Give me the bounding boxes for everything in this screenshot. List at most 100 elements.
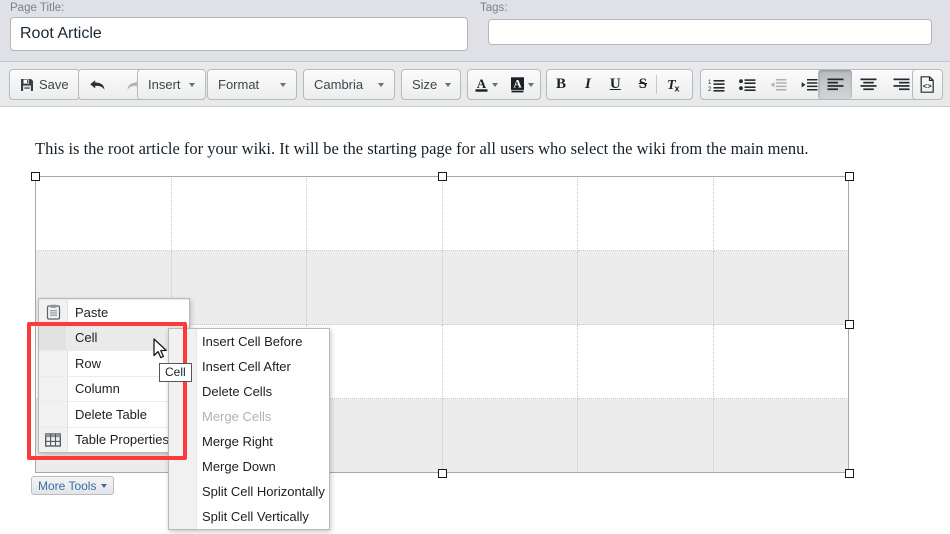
context-menu-item-table-properties[interactable]: Table Properties — [39, 426, 189, 453]
text-color-button[interactable]: A — [468, 70, 504, 99]
header-fields-bar: Page Title: Tags: — [0, 0, 950, 62]
source-code-button[interactable]: <> — [913, 70, 942, 99]
more-tools-button[interactable]: More Tools — [31, 476, 115, 495]
svg-text:x: x — [675, 83, 680, 93]
submenu-item-merge-down[interactable]: Merge Down — [169, 454, 329, 479]
table-cell[interactable] — [577, 398, 714, 473]
align-right-icon — [893, 78, 910, 91]
tags-label: Tags: — [480, 2, 508, 14]
page-title-label: Page Title: — [10, 2, 65, 14]
table-row[interactable] — [35, 176, 849, 251]
text-style-group: B I U S T x — [546, 69, 694, 100]
font-size-dropdown[interactable]: Size — [402, 70, 460, 99]
alignment-group — [818, 69, 919, 100]
resize-handle-middle-right[interactable] — [845, 320, 854, 329]
table-cell[interactable] — [712, 176, 849, 251]
outdent-icon — [770, 78, 787, 92]
table-cell[interactable] — [441, 250, 578, 325]
page-title-input[interactable] — [10, 17, 468, 51]
context-menu-item-label: Cell — [75, 330, 98, 346]
table-cell[interactable] — [170, 176, 307, 251]
svg-text:1: 1 — [708, 80, 712, 86]
context-menu-item-paste[interactable]: Paste — [39, 299, 189, 325]
bullet-list-button[interactable] — [732, 70, 763, 99]
table-cell[interactable] — [306, 250, 443, 325]
cell-submenu[interactable]: Insert Cell Before Insert Cell After Del… — [168, 328, 330, 530]
submenu-item-insert-cell-after[interactable]: Insert Cell After — [169, 354, 329, 379]
insert-menu-group: Insert — [137, 69, 206, 100]
text-color-icon: A — [474, 76, 489, 93]
clear-formatting-button[interactable]: T x — [657, 70, 692, 99]
resize-handle-top-center[interactable] — [438, 172, 447, 181]
clipboard-icon — [44, 303, 62, 321]
underline-button[interactable]: U — [601, 70, 630, 99]
save-button[interactable]: Save — [10, 70, 79, 99]
submenu-item-split-cell-vertically[interactable]: Split Cell Vertically — [169, 504, 329, 529]
table-cell[interactable] — [441, 398, 578, 473]
table-cell[interactable] — [35, 176, 172, 251]
resize-handle-bottom-right[interactable] — [845, 469, 854, 478]
outdent-button[interactable] — [763, 70, 794, 99]
insert-dropdown[interactable]: Insert — [138, 70, 205, 99]
table-grid-icon — [44, 431, 62, 449]
context-menu-item-label: Paste — [75, 304, 109, 320]
submenu-item-delete-cells[interactable]: Delete Cells — [169, 379, 329, 404]
resize-handle-bottom-center[interactable] — [438, 469, 447, 478]
undo-button[interactable] — [79, 70, 116, 99]
font-family-label: Cambria — [314, 77, 364, 92]
chevron-down-icon — [101, 483, 108, 488]
font-size-label: Size — [412, 77, 438, 92]
numbered-list-button[interactable]: 1 2 — [701, 70, 732, 99]
align-center-button[interactable] — [852, 70, 885, 99]
table-cell[interactable] — [712, 250, 849, 325]
table-cell[interactable] — [306, 176, 443, 251]
submenu-item-split-cell-horizontally[interactable]: Split Cell Horizontally — [169, 479, 329, 504]
format-menu-group: Format — [207, 69, 297, 100]
align-left-button[interactable] — [819, 70, 852, 99]
resize-handle-top-right[interactable] — [845, 172, 854, 181]
font-family-group: Cambria — [303, 69, 395, 100]
table-cell[interactable] — [577, 324, 714, 399]
clear-formatting-icon: T x — [666, 77, 683, 93]
font-size-group: Size — [401, 69, 461, 100]
undo-arrow-icon — [89, 78, 106, 92]
table-cell[interactable] — [441, 324, 578, 399]
submenu-item-insert-cell-before[interactable]: Insert Cell Before — [169, 329, 329, 354]
table-cell[interactable] — [712, 324, 849, 399]
format-label: Format — [218, 77, 260, 92]
context-menu-item-cell[interactable]: Cell — [39, 324, 189, 350]
insert-label: Insert — [148, 77, 181, 92]
font-family-dropdown[interactable]: Cambria — [304, 70, 394, 99]
table-cell[interactable] — [441, 176, 578, 251]
table-cell[interactable] — [577, 250, 714, 325]
chevron-down-icon — [378, 82, 384, 87]
context-menu-item-delete-table[interactable]: Delete Table — [39, 401, 189, 427]
editor-toolbar: Save Insert Format Cambria Size A A B I … — [0, 62, 950, 107]
tags-input[interactable] — [488, 19, 932, 45]
table-cell[interactable] — [170, 250, 307, 325]
chevron-down-icon — [528, 82, 534, 87]
format-dropdown[interactable]: Format — [208, 70, 296, 99]
context-menu-item-label: Delete Table — [75, 406, 148, 422]
svg-text:2: 2 — [708, 87, 712, 92]
svg-text:A: A — [477, 76, 487, 91]
submenu-item-merge-right[interactable]: Merge Right — [169, 429, 329, 454]
color-group: A A — [467, 69, 541, 100]
chevron-down-icon — [445, 82, 452, 87]
table-cell[interactable] — [577, 176, 714, 251]
svg-text:A: A — [513, 78, 522, 90]
table-cell[interactable] — [712, 398, 849, 473]
more-tools-label: More Tools — [38, 478, 97, 493]
resize-handle-top-left[interactable] — [31, 172, 40, 181]
context-menu-item-label: Row — [75, 355, 102, 371]
chevron-down-icon — [280, 82, 286, 87]
highlight-color-button[interactable]: A — [504, 70, 540, 99]
bold-button[interactable]: B — [547, 70, 575, 99]
source-group: <> — [912, 69, 943, 100]
bullet-list-icon — [739, 78, 756, 92]
strikethrough-button[interactable]: S — [630, 70, 656, 99]
article-body-paragraph[interactable]: This is the root article for your wiki. … — [35, 138, 915, 159]
svg-text:<>: <> — [923, 84, 933, 92]
italic-button[interactable]: I — [575, 70, 601, 99]
context-menu-gutter-highlight — [39, 325, 66, 350]
